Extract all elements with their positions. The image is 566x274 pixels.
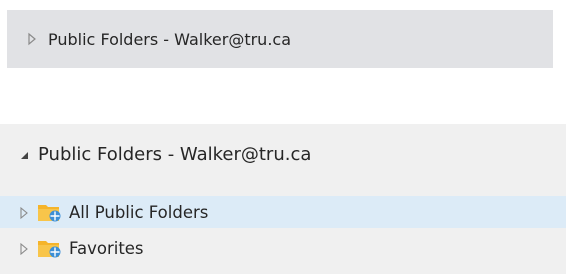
collapsed-triangle-icon[interactable] (24, 31, 40, 47)
public-folders-label: Public Folders - Walker@tru.ca (38, 143, 312, 165)
collapsed-triangle-icon[interactable] (17, 205, 31, 220)
folder-item-all-public-folders[interactable]: All Public Folders (0, 196, 566, 228)
folder-item-favorites[interactable]: Favorites (0, 232, 566, 264)
public-folders-header-expanded[interactable]: Public Folders - Walker@tru.ca (17, 141, 311, 167)
folder-label: Favorites (69, 238, 144, 258)
expanded-triangle-icon[interactable] (17, 147, 31, 161)
public-folders-label: Public Folders - Walker@tru.ca (48, 29, 292, 49)
collapsed-triangle-icon[interactable] (17, 241, 31, 256)
folder-label: All Public Folders (69, 202, 209, 222)
public-folder-icon (37, 200, 63, 224)
folder-pane-expanded: Public Folders - Walker@tru.ca All Publi… (0, 124, 566, 274)
public-folders-header-collapsed[interactable]: Public Folders - Walker@tru.ca (7, 10, 553, 68)
public-folder-icon (37, 236, 63, 260)
